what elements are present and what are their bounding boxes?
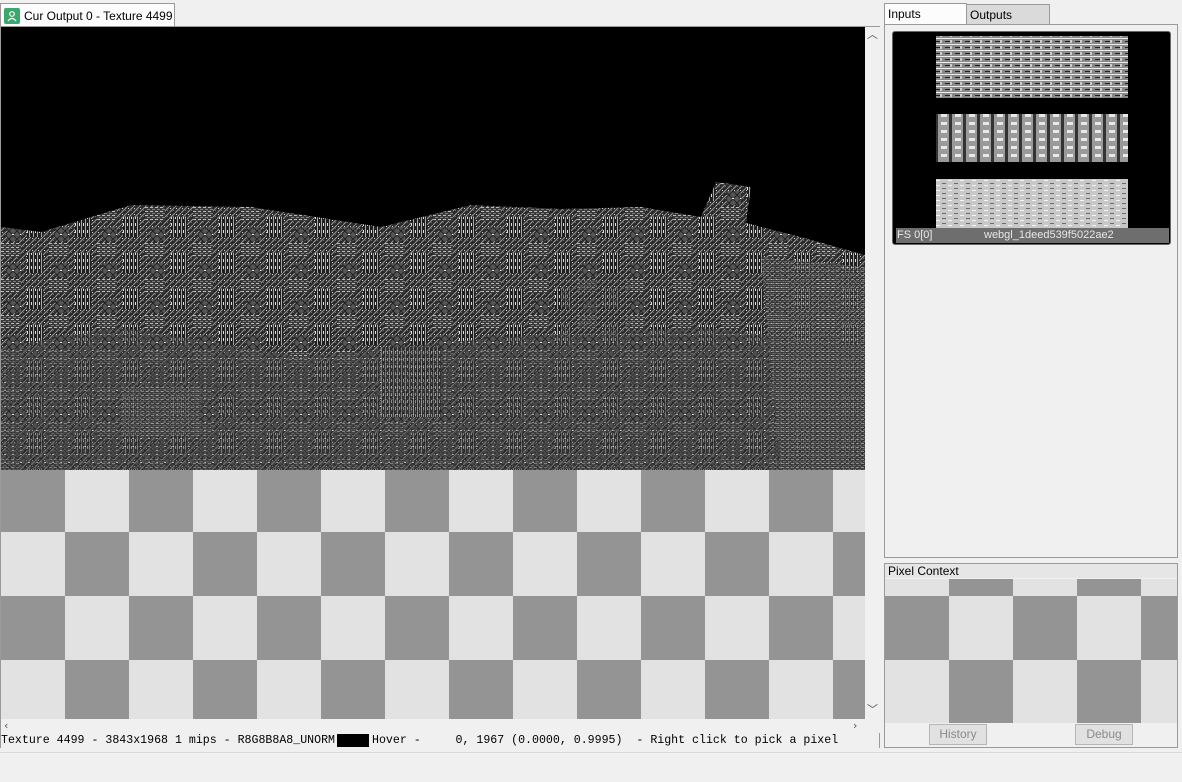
input-thumbnail-caption: FS 0[0] webgl_1deed539f5022ae2 bbox=[896, 228, 1169, 243]
scroll-down-icon[interactable]: ﹀ bbox=[867, 704, 878, 716]
scroll-up-icon[interactable]: ︿ bbox=[867, 29, 878, 41]
status-hover-label: Hover - bbox=[371, 734, 421, 747]
scroll-right-icon[interactable]: › bbox=[853, 720, 857, 732]
tab-outputs-label: Outputs bbox=[970, 8, 1013, 22]
input-thumbnail-image bbox=[936, 36, 1128, 229]
status-dimensions: 3843x1968 1 mips bbox=[105, 734, 217, 747]
scroll-left-icon[interactable]: ‹ bbox=[4, 720, 8, 732]
hover-color-swatch bbox=[336, 734, 369, 747]
input-resource-name: webgl_1deed539f5022ae2 bbox=[984, 229, 1114, 241]
pixel-context-panel: History Debug bbox=[884, 578, 1178, 748]
status-format: R8G8B8A8_UNORM bbox=[237, 734, 335, 747]
inputs-panel: FS 0[0] webgl_1deed539f5022ae2 bbox=[884, 24, 1178, 558]
history-button[interactable]: History bbox=[929, 724, 987, 745]
debug-button[interactable]: Debug bbox=[1075, 724, 1133, 745]
texture-tab[interactable]: Cur Output 0 - Texture 4499 bbox=[0, 3, 175, 27]
vertical-scrollbar[interactable]: ︿ ﹀ bbox=[865, 27, 880, 719]
bottom-status-strip bbox=[0, 752, 1182, 782]
status-texture-name: Texture 4499 bbox=[1, 734, 85, 747]
pixel-context-view[interactable] bbox=[885, 579, 1177, 723]
texture-status-bar: Texture 4499 - 3843x1968 1 mips - R8G8B8… bbox=[1, 733, 879, 748]
tab-inputs[interactable]: Inputs bbox=[884, 3, 967, 25]
pixel-context-header: Pixel Context bbox=[884, 563, 1178, 579]
horizontal-scrollbar[interactable]: ‹ › bbox=[1, 719, 865, 733]
status-hint: Right click to pick a pixel bbox=[650, 734, 839, 747]
person-icon bbox=[4, 7, 20, 24]
tab-outputs[interactable]: Outputs bbox=[966, 4, 1050, 24]
texture-image bbox=[1, 27, 865, 470]
input-slot-label: FS 0[0] bbox=[897, 229, 933, 241]
scroll-corner bbox=[865, 719, 880, 733]
input-thumbnail[interactable]: FS 0[0] webgl_1deed539f5022ae2 bbox=[892, 31, 1171, 245]
pixel-context-title: Pixel Context bbox=[888, 564, 959, 578]
texture-viewer: ︿ ﹀ ‹ › Texture 4499 - 3843x1968 1 mips … bbox=[0, 26, 880, 748]
texture-canvas[interactable] bbox=[1, 27, 865, 719]
texture-tab-label: Cur Output 0 - Texture 4499 bbox=[24, 8, 173, 23]
status-hover-value: 0, 1967 (0.0000, 0.9995) bbox=[455, 734, 623, 747]
tab-inputs-label: Inputs bbox=[888, 7, 921, 21]
